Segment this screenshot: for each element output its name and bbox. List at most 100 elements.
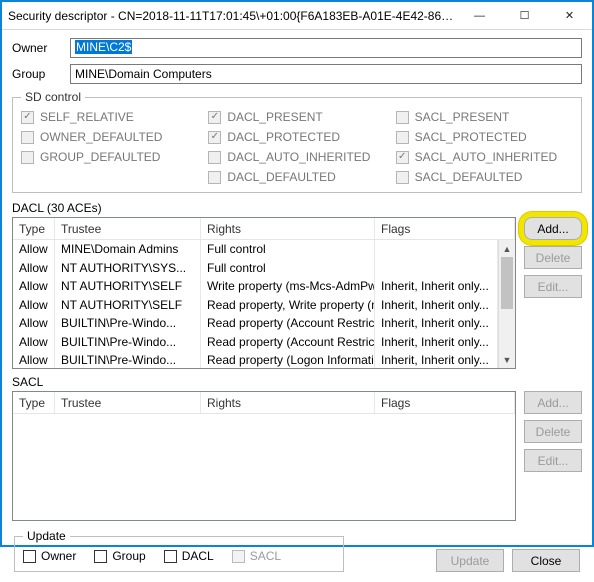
cell-rights: Read property (Account Restrictions) xyxy=(201,314,375,333)
sacl-delete-button[interactable]: Delete xyxy=(524,420,582,443)
sacl-col-flags[interactable]: Flags xyxy=(375,392,515,413)
update-opt-label: SACL xyxy=(250,549,281,563)
close-button[interactable]: Close xyxy=(512,549,580,572)
sd-flag-sacl_protected: SACL_PROTECTED xyxy=(396,128,573,146)
sacl-add-button[interactable]: Add... xyxy=(524,391,582,414)
update-opt-label: DACL xyxy=(182,549,214,563)
update-owner-checkbox[interactable]: Owner xyxy=(23,549,76,563)
dacl-add-button[interactable]: Add... xyxy=(524,217,582,240)
sacl-col-type[interactable]: Type xyxy=(13,392,55,413)
sacl-col-rights[interactable]: Rights xyxy=(201,392,375,413)
cell-trustee: BUILTIN\Pre-Windo... xyxy=(55,351,201,368)
checkbox-icon xyxy=(208,171,221,184)
scroll-thumb[interactable] xyxy=(501,257,513,309)
checkbox-icon xyxy=(396,171,409,184)
minimize-button[interactable]: — xyxy=(457,2,502,30)
sd-flag-label: GROUP_DEFAULTED xyxy=(40,150,160,164)
checkbox-icon xyxy=(232,550,245,563)
close-window-button[interactable]: ✕ xyxy=(547,2,592,30)
sd-flag-dacl_defaulted: DACL_DEFAULTED xyxy=(208,168,385,186)
cell-type: Allow xyxy=(13,333,55,352)
cell-type: Allow xyxy=(13,240,55,259)
update-opt-label: Owner xyxy=(41,549,76,563)
cell-rights: Full control xyxy=(201,240,375,259)
sd-control-legend: SD control xyxy=(21,90,85,104)
sd-flag-label: SACL_PROTECTED xyxy=(415,130,527,144)
sd-flag-dacl_auto_inherited: DACL_AUTO_INHERITED xyxy=(208,148,385,166)
dacl-col-flags[interactable]: Flags xyxy=(375,218,515,239)
sacl-edit-button[interactable]: Edit... xyxy=(524,449,582,472)
maximize-button[interactable]: ☐ xyxy=(502,2,547,30)
checkbox-icon xyxy=(21,151,34,164)
checkbox-icon xyxy=(94,550,107,563)
dacl-header[interactable]: Type Trustee Rights Flags xyxy=(13,218,515,240)
dacl-col-type[interactable]: Type xyxy=(13,218,55,239)
cell-flags xyxy=(375,259,498,278)
checkbox-icon: ✓ xyxy=(208,131,221,144)
checkbox-icon xyxy=(21,131,34,144)
sd-flag-label: SELF_RELATIVE xyxy=(40,110,134,124)
cell-rights: Full control xyxy=(201,259,375,278)
group-input[interactable] xyxy=(70,64,582,84)
dacl-col-trustee[interactable]: Trustee xyxy=(55,218,201,239)
checkbox-icon xyxy=(396,111,409,124)
dacl-label: DACL (30 ACEs) xyxy=(12,201,582,215)
update-group: Update Owner Group DACL SACL xyxy=(14,529,344,572)
checkbox-icon xyxy=(208,151,221,164)
cell-rights: Read property, Write property (ms-... xyxy=(201,296,375,315)
table-row[interactable]: AllowNT AUTHORITY\SYS...Full control xyxy=(13,259,498,278)
sacl-col-trustee[interactable]: Trustee xyxy=(55,392,201,413)
dacl-list[interactable]: Type Trustee Rights Flags AllowMINE\Doma… xyxy=(12,217,516,369)
dacl-scrollbar[interactable]: ▲ ▼ xyxy=(498,240,515,368)
table-row[interactable]: AllowBUILTIN\Pre-Windo...Read property (… xyxy=(13,314,498,333)
table-row[interactable]: AllowBUILTIN\Pre-Windo...Read property (… xyxy=(13,333,498,352)
update-button[interactable]: Update xyxy=(436,549,504,572)
table-row[interactable]: AllowNT AUTHORITY\SELFWrite property (ms… xyxy=(13,277,498,296)
sacl-list[interactable]: Type Trustee Rights Flags xyxy=(12,391,516,521)
owner-value: MINE\C2$ xyxy=(75,40,132,54)
scroll-down-icon[interactable]: ▼ xyxy=(499,351,515,368)
owner-input[interactable]: MINE\C2$ xyxy=(70,38,582,58)
update-group-checkbox[interactable]: Group xyxy=(94,549,145,563)
sd-flag-label: DACL_AUTO_INHERITED xyxy=(227,150,370,164)
sd-flag-sacl_present: SACL_PRESENT xyxy=(396,108,573,126)
sd-flag-label: SACL_DEFAULTED xyxy=(415,170,523,184)
cell-trustee: NT AUTHORITY\SYS... xyxy=(55,259,201,278)
sd-flag-label: DACL_PRESENT xyxy=(227,110,322,124)
sacl-label: SACL xyxy=(12,375,582,389)
update-legend: Update xyxy=(23,529,70,543)
checkbox-icon xyxy=(164,550,177,563)
cell-trustee: BUILTIN\Pre-Windo... xyxy=(55,314,201,333)
cell-type: Allow xyxy=(13,351,55,368)
update-dacl-checkbox[interactable]: DACL xyxy=(164,549,214,563)
dacl-col-rights[interactable]: Rights xyxy=(201,218,375,239)
update-sacl-checkbox: SACL xyxy=(232,549,281,563)
cell-trustee: BUILTIN\Pre-Windo... xyxy=(55,333,201,352)
checkbox-icon: ✓ xyxy=(208,111,221,124)
sd-flag-self_relative: ✓SELF_RELATIVE xyxy=(21,108,198,126)
cell-flags: Inherit, Inherit only... xyxy=(375,277,498,296)
cell-rights: Read property (Logon Information) xyxy=(201,351,375,368)
cell-rights: Write property (ms-Mcs-AdmPwd) xyxy=(201,277,375,296)
cell-type: Allow xyxy=(13,296,55,315)
sd-flag-owner_defaulted: OWNER_DEFAULTED xyxy=(21,128,198,146)
cell-trustee: NT AUTHORITY\SELF xyxy=(55,277,201,296)
cell-rights: Read property (Account Restrictions) xyxy=(201,333,375,352)
cell-flags: Inherit, Inherit only... xyxy=(375,314,498,333)
sd-flag-dacl_present: ✓ DACL_PRESENT xyxy=(208,108,385,126)
table-row[interactable]: AllowMINE\Domain AdminsFull control xyxy=(13,240,498,259)
sd-flag-sacl_auto_inherited: ✓SACL_AUTO_INHERITED xyxy=(396,148,573,166)
dacl-delete-button[interactable]: Delete xyxy=(524,246,582,269)
sd-control-group: SD control ✓SELF_RELATIVEOWNER_DEFAULTED… xyxy=(12,90,582,193)
sacl-header[interactable]: Type Trustee Rights Flags xyxy=(13,392,515,414)
cell-type: Allow xyxy=(13,277,55,296)
table-row[interactable]: AllowNT AUTHORITY\SELFRead property, Wri… xyxy=(13,296,498,315)
sd-flag-label: DACL_PROTECTED xyxy=(227,130,340,144)
sd-flag-label: SACL_AUTO_INHERITED xyxy=(415,150,557,164)
sd-flag-label: OWNER_DEFAULTED xyxy=(40,130,162,144)
dacl-edit-button[interactable]: Edit... xyxy=(524,275,582,298)
table-row[interactable]: AllowBUILTIN\Pre-Windo...Read property (… xyxy=(13,351,498,368)
scroll-up-icon[interactable]: ▲ xyxy=(499,240,515,257)
sd-flag-group_defaulted: GROUP_DEFAULTED xyxy=(21,148,198,166)
sd-flag-sacl_defaulted: SACL_DEFAULTED xyxy=(396,168,573,186)
